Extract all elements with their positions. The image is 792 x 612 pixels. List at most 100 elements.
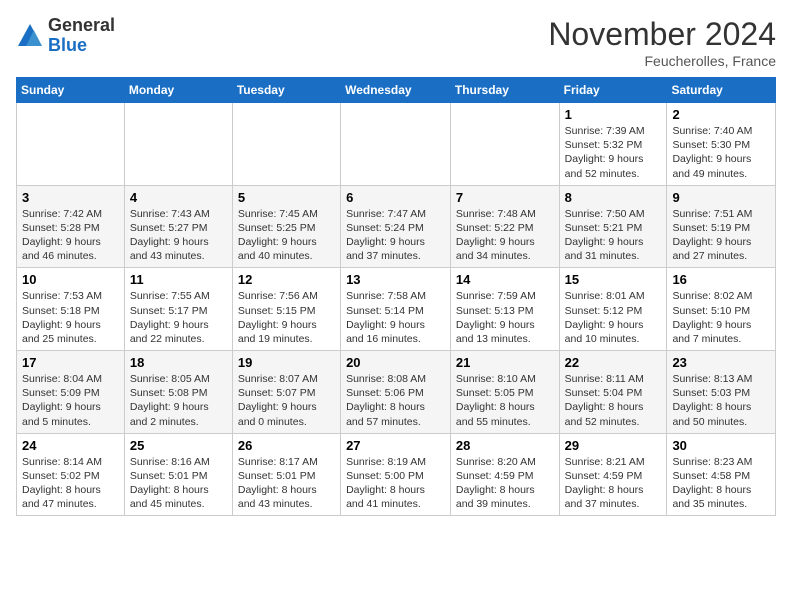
calendar-cell: 14 Sunrise: 7:59 AMSunset: 5:13 PMDayligh… — [450, 268, 559, 351]
day-number: 29 — [565, 438, 662, 453]
calendar-cell: 24 Sunrise: 8:14 AMSunset: 5:02 PMDayligh… — [17, 433, 125, 516]
calendar-cell — [450, 103, 559, 186]
day-number: 24 — [22, 438, 119, 453]
day-number: 22 — [565, 355, 662, 370]
day-number: 9 — [672, 190, 770, 205]
day-info: Sunrise: 7:51 AMSunset: 5:19 PMDaylight:… — [672, 207, 770, 264]
weekday-header-wednesday: Wednesday — [341, 78, 451, 103]
day-info: Sunrise: 8:05 AMSunset: 5:08 PMDaylight:… — [130, 372, 227, 429]
calendar-cell: 5 Sunrise: 7:45 AMSunset: 5:25 PMDaylight… — [232, 185, 340, 268]
day-info: Sunrise: 7:55 AMSunset: 5:17 PMDaylight:… — [130, 289, 227, 346]
calendar-cell: 7 Sunrise: 7:48 AMSunset: 5:22 PMDaylight… — [450, 185, 559, 268]
day-info: Sunrise: 7:59 AMSunset: 5:13 PMDaylight:… — [456, 289, 554, 346]
logo-text: General Blue — [48, 16, 115, 56]
weekday-header-saturday: Saturday — [667, 78, 776, 103]
day-info: Sunrise: 7:50 AMSunset: 5:21 PMDaylight:… — [565, 207, 662, 264]
day-info: Sunrise: 8:02 AMSunset: 5:10 PMDaylight:… — [672, 289, 770, 346]
day-info: Sunrise: 8:17 AMSunset: 5:01 PMDaylight:… — [238, 455, 335, 512]
calendar-cell — [341, 103, 451, 186]
calendar-cell: 16 Sunrise: 8:02 AMSunset: 5:10 PMDayligh… — [667, 268, 776, 351]
calendar-header: SundayMondayTuesdayWednesdayThursdayFrid… — [17, 78, 776, 103]
calendar-cell: 9 Sunrise: 7:51 AMSunset: 5:19 PMDaylight… — [667, 185, 776, 268]
day-info: Sunrise: 7:48 AMSunset: 5:22 PMDaylight:… — [456, 207, 554, 264]
day-info: Sunrise: 7:47 AMSunset: 5:24 PMDaylight:… — [346, 207, 445, 264]
calendar-cell: 13Sunrise: 7:58 AMSunset: 5:14 PMDayligh… — [341, 268, 451, 351]
day-number: 10 — [22, 272, 119, 287]
calendar-cell: 22 Sunrise: 8:11 AMSunset: 5:04 PMDayligh… — [559, 351, 667, 434]
day-number: 27 — [346, 438, 445, 453]
calendar-cell: 19 Sunrise: 8:07 AMSunset: 5:07 PMDayligh… — [232, 351, 340, 434]
day-info: Sunrise: 8:21 AMSunset: 4:59 PMDaylight:… — [565, 455, 662, 512]
calendar-cell: 4 Sunrise: 7:43 AMSunset: 5:27 PMDaylight… — [124, 185, 232, 268]
weekday-header-thursday: Thursday — [450, 78, 559, 103]
weekday-header-row: SundayMondayTuesdayWednesdayThursdayFrid… — [17, 78, 776, 103]
day-info: Sunrise: 8:14 AMSunset: 5:02 PMDaylight:… — [22, 455, 119, 512]
calendar-cell: 8 Sunrise: 7:50 AMSunset: 5:21 PMDaylight… — [559, 185, 667, 268]
calendar-cell: 25Sunrise: 8:16 AMSunset: 5:01 PMDayligh… — [124, 433, 232, 516]
day-info: Sunrise: 8:16 AMSunset: 5:01 PMDaylight:… — [130, 455, 227, 512]
calendar-cell — [124, 103, 232, 186]
day-number: 13 — [346, 272, 445, 287]
day-info: Sunrise: 8:19 AMSunset: 5:00 PMDaylight:… — [346, 455, 445, 512]
calendar-cell: 3 Sunrise: 7:42 AMSunset: 5:28 PMDaylight… — [17, 185, 125, 268]
logo-icon — [16, 22, 44, 50]
calendar-cell — [17, 103, 125, 186]
day-number: 8 — [565, 190, 662, 205]
day-info: Sunrise: 8:23 AMSunset: 4:58 PMDaylight:… — [672, 455, 770, 512]
day-number: 3 — [22, 190, 119, 205]
calendar-cell: 18Sunrise: 8:05 AMSunset: 5:08 PMDayligh… — [124, 351, 232, 434]
calendar-week-5: 24 Sunrise: 8:14 AMSunset: 5:02 PMDayligh… — [17, 433, 776, 516]
day-info: Sunrise: 7:39 AMSunset: 5:32 PMDaylight:… — [565, 124, 662, 181]
calendar-cell: 21 Sunrise: 8:10 AMSunset: 5:05 PMDayligh… — [450, 351, 559, 434]
day-number: 21 — [456, 355, 554, 370]
calendar-cell: 28Sunrise: 8:20 AMSunset: 4:59 PMDayligh… — [450, 433, 559, 516]
calendar-week-2: 3 Sunrise: 7:42 AMSunset: 5:28 PMDaylight… — [17, 185, 776, 268]
calendar-table: SundayMondayTuesdayWednesdayThursdayFrid… — [16, 77, 776, 516]
day-number: 11 — [130, 272, 227, 287]
day-info: Sunrise: 8:10 AMSunset: 5:05 PMDaylight:… — [456, 372, 554, 429]
day-number: 7 — [456, 190, 554, 205]
day-number: 15 — [565, 272, 662, 287]
day-number: 23 — [672, 355, 770, 370]
day-number: 4 — [130, 190, 227, 205]
day-number: 1 — [565, 107, 662, 122]
calendar-cell: 11 Sunrise: 7:55 AMSunset: 5:17 PMDayligh… — [124, 268, 232, 351]
day-info: Sunrise: 8:13 AMSunset: 5:03 PMDaylight:… — [672, 372, 770, 429]
day-number: 26 — [238, 438, 335, 453]
day-number: 17 — [22, 355, 119, 370]
calendar-cell: 12 Sunrise: 7:56 AMSunset: 5:15 PMDayligh… — [232, 268, 340, 351]
logo: General Blue — [16, 16, 115, 56]
day-info: Sunrise: 7:42 AMSunset: 5:28 PMDaylight:… — [22, 207, 119, 264]
day-info: Sunrise: 8:11 AMSunset: 5:04 PMDaylight:… — [565, 372, 662, 429]
day-number: 6 — [346, 190, 445, 205]
day-number: 19 — [238, 355, 335, 370]
day-info: Sunrise: 7:56 AMSunset: 5:15 PMDaylight:… — [238, 289, 335, 346]
page-header: General Blue November 2024 Feucherolles,… — [16, 16, 776, 69]
day-number: 20 — [346, 355, 445, 370]
day-info: Sunrise: 7:45 AMSunset: 5:25 PMDaylight:… — [238, 207, 335, 264]
day-number: 16 — [672, 272, 770, 287]
day-number: 5 — [238, 190, 335, 205]
day-number: 2 — [672, 107, 770, 122]
calendar-cell: 20 Sunrise: 8:08 AMSunset: 5:06 PMDayligh… — [341, 351, 451, 434]
location: Feucherolles, France — [548, 53, 776, 69]
day-info: Sunrise: 8:20 AMSunset: 4:59 PMDaylight:… — [456, 455, 554, 512]
title-block: November 2024 Feucherolles, France — [548, 16, 776, 69]
calendar-week-4: 17 Sunrise: 8:04 AMSunset: 5:09 PMDayligh… — [17, 351, 776, 434]
calendar-cell — [232, 103, 340, 186]
month-title: November 2024 — [548, 16, 776, 53]
calendar-week-3: 10Sunrise: 7:53 AMSunset: 5:18 PMDayligh… — [17, 268, 776, 351]
calendar-cell: 1 Sunrise: 7:39 AMSunset: 5:32 PMDaylight… — [559, 103, 667, 186]
calendar-cell: 27 Sunrise: 8:19 AMSunset: 5:00 PMDayligh… — [341, 433, 451, 516]
day-info: Sunrise: 8:04 AMSunset: 5:09 PMDaylight:… — [22, 372, 119, 429]
calendar-cell: 26 Sunrise: 8:17 AMSunset: 5:01 PMDayligh… — [232, 433, 340, 516]
weekday-header-monday: Monday — [124, 78, 232, 103]
calendar-cell: 29 Sunrise: 8:21 AMSunset: 4:59 PMDayligh… — [559, 433, 667, 516]
logo-general: General — [48, 16, 115, 36]
calendar-cell: 6 Sunrise: 7:47 AMSunset: 5:24 PMDaylight… — [341, 185, 451, 268]
day-number: 14 — [456, 272, 554, 287]
day-number: 12 — [238, 272, 335, 287]
day-info: Sunrise: 7:43 AMSunset: 5:27 PMDaylight:… — [130, 207, 227, 264]
day-info: Sunrise: 8:07 AMSunset: 5:07 PMDaylight:… — [238, 372, 335, 429]
day-info: Sunrise: 8:08 AMSunset: 5:06 PMDaylight:… — [346, 372, 445, 429]
